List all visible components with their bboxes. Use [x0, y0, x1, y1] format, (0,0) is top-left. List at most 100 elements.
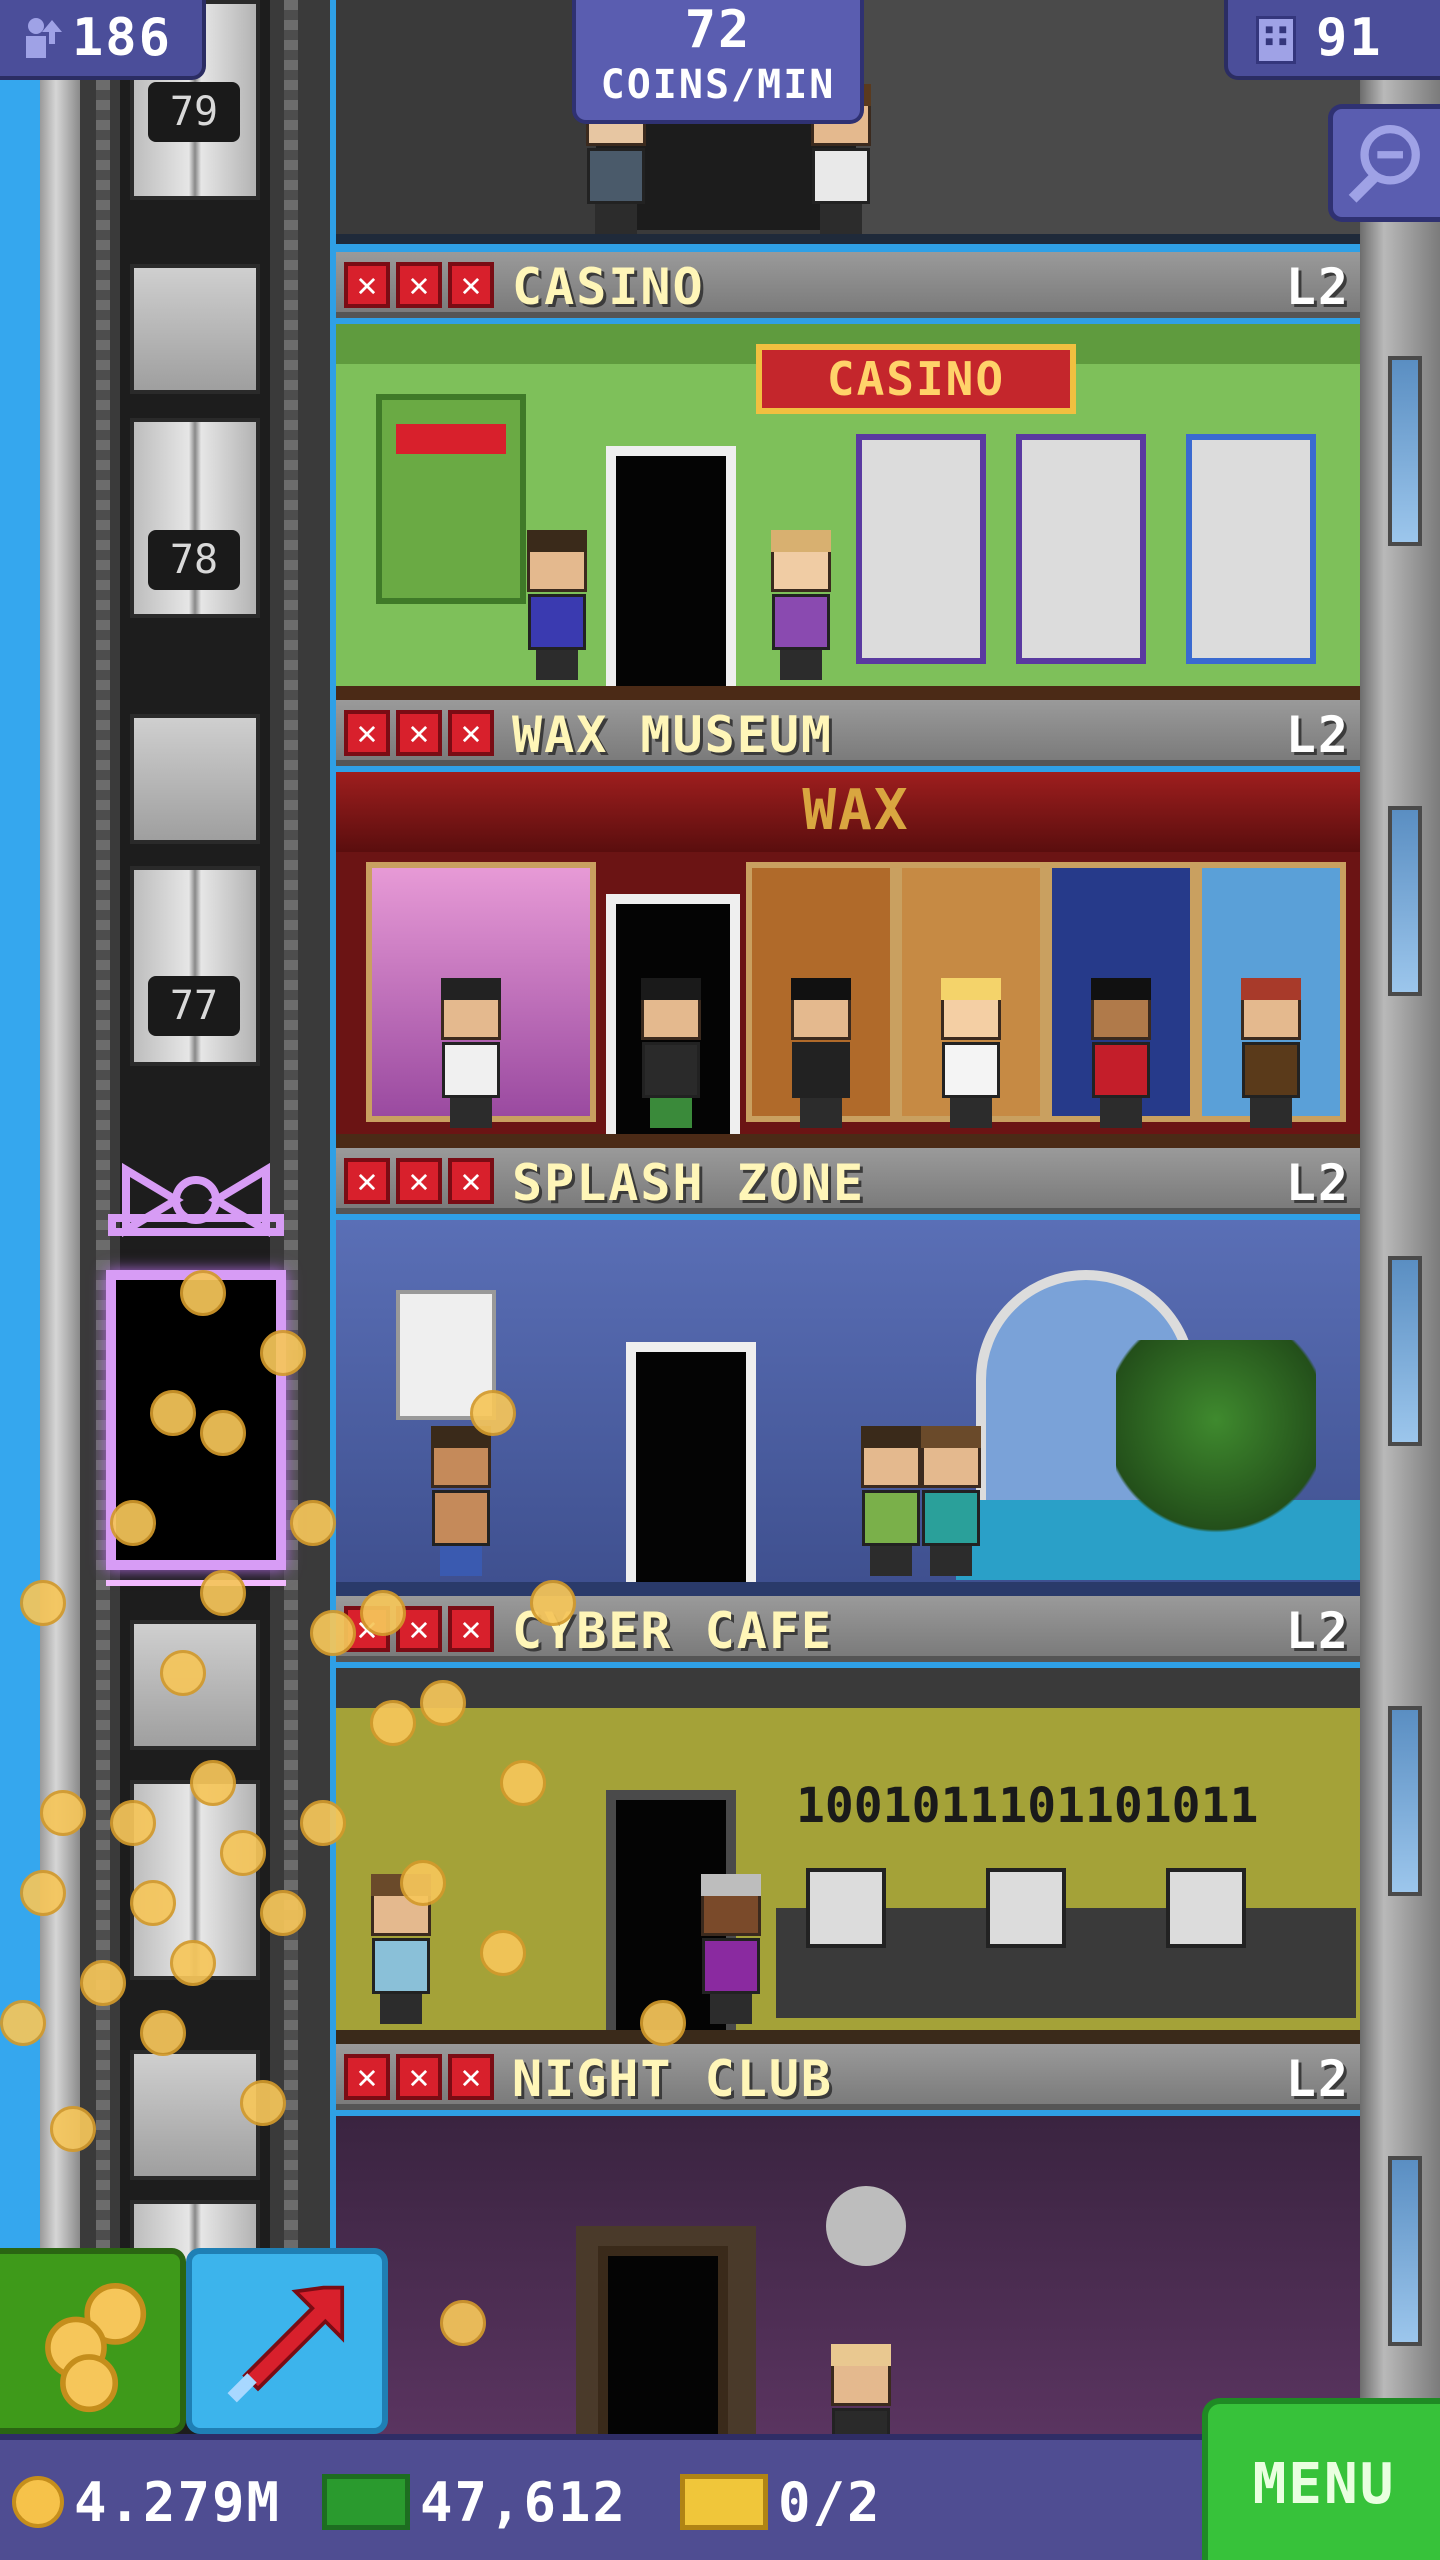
elevator-floor-number: 78	[148, 530, 240, 590]
floor-level: L2	[1285, 1602, 1350, 1660]
coins-per-min-value: 72	[684, 0, 752, 60]
stock-empty-icon: ✕	[396, 2054, 442, 2100]
arrow-up-right-icon	[227, 2285, 345, 2403]
casino-sign: CASINO	[756, 344, 1076, 414]
floor-level: L2	[1285, 258, 1350, 316]
floor-casino[interactable]: ✕ ✕ ✕ CASINO L2 CASINO	[336, 252, 1360, 700]
building-left-wall	[40, 0, 80, 2440]
tickets-value: 0/2	[778, 2470, 882, 2534]
bitizen[interactable]	[696, 1874, 766, 2024]
floor-interior	[336, 2116, 1360, 2434]
floor-level: L2	[1285, 2050, 1350, 2108]
floor-name: NIGHT CLUB	[512, 2050, 834, 2108]
bitizen[interactable]	[636, 978, 706, 1128]
coin-icon	[12, 2476, 64, 2528]
floor-stock-indicators: ✕ ✕ ✕	[344, 1158, 494, 1204]
floor-interior: 1001011101101011	[336, 1668, 1360, 2044]
wax-figure	[1086, 978, 1156, 1128]
wax-sign: WAX	[802, 778, 910, 843]
elevator-floor-number: 79	[148, 82, 240, 142]
gift-bow-icon	[108, 1162, 284, 1238]
elevator-floor-number: 77	[148, 976, 240, 1036]
floor-door	[598, 2246, 728, 2434]
stock-empty-icon: ✕	[344, 710, 390, 756]
building-window	[1388, 1256, 1422, 1446]
menu-button[interactable]: MENU	[1202, 2398, 1440, 2560]
bitizen[interactable]	[916, 1426, 986, 1576]
stock-empty-icon: ✕	[448, 2054, 494, 2100]
floor-door	[606, 446, 736, 686]
elevator-door	[130, 866, 260, 1066]
floor-count-value: 91	[1316, 8, 1383, 68]
stock-empty-icon: ✕	[344, 1158, 390, 1204]
coins-value: 4.279M	[74, 2470, 282, 2534]
wax-figure	[936, 978, 1006, 1128]
stock-empty-icon: ✕	[396, 1158, 442, 1204]
golden-ticket-icon	[680, 2474, 768, 2530]
floor-interior: CASINO	[336, 324, 1360, 700]
elevator-up-button[interactable]	[186, 2248, 388, 2434]
floor-name: WAX MUSEUM	[512, 706, 834, 764]
gift-elevator-base	[106, 1580, 286, 1610]
floor-ledge	[336, 1582, 1360, 1596]
stock-empty-icon: ✕	[448, 1158, 494, 1204]
stock-empty-icon: ✕	[344, 262, 390, 308]
floor-stock-indicators: ✕ ✕ ✕	[344, 710, 494, 756]
wax-figure	[786, 978, 856, 1128]
wax-figure	[436, 978, 506, 1128]
floor-wax-museum[interactable]: ✕ ✕ ✕ WAX MUSEUM L2 WAX	[336, 700, 1360, 1148]
coins-per-min-label: COINS/MIN	[600, 62, 836, 108]
building-window	[1388, 356, 1422, 546]
stock-empty-icon: ✕	[448, 710, 494, 756]
bitizen[interactable]	[426, 1426, 496, 1576]
coins-display[interactable]: 4.279M	[12, 2464, 281, 2540]
tickets-display[interactable]: 0/2	[680, 2464, 882, 2540]
floor-stock-indicators: ✕ ✕ ✕	[344, 2054, 494, 2100]
stock-empty-icon: ✕	[448, 262, 494, 308]
binary-wall-text: 1001011101101011	[796, 1778, 1259, 1834]
magnifier-minus-icon	[1348, 125, 1420, 203]
floor-name: SPLASH ZONE	[512, 1154, 866, 1212]
stock-empty-icon: ✕	[344, 2054, 390, 2100]
floor-count-counter[interactable]: 91	[1224, 0, 1440, 80]
elevator-frame	[130, 2050, 260, 2180]
floor-header[interactable]: ✕ ✕ ✕ SPLASH ZONE L2	[336, 1148, 1360, 1214]
floor-ledge	[336, 2030, 1360, 2044]
population-value: 186	[72, 8, 172, 68]
building-window	[1388, 1706, 1422, 1896]
bitizen[interactable]	[522, 530, 592, 680]
bux-display[interactable]: 47,612	[322, 2464, 627, 2540]
floor-door	[626, 1342, 756, 1582]
building-icon	[1256, 16, 1296, 64]
collect-coins-button[interactable]	[0, 2248, 186, 2434]
stock-empty-icon: ✕	[448, 1606, 494, 1652]
floor-header[interactable]: ✕ ✕ ✕ CASINO L2	[336, 252, 1360, 318]
population-counter[interactable]: 186	[0, 0, 206, 80]
floor-night-club[interactable]: ✕ ✕ ✕ NIGHT CLUB L2	[336, 2044, 1360, 2434]
coins-per-min-panel[interactable]: 72 COINS/MIN	[572, 0, 864, 124]
stock-empty-icon: ✕	[396, 262, 442, 308]
floor-header[interactable]: ✕ ✕ ✕ WAX MUSEUM L2	[336, 700, 1360, 766]
floor-cyber-cafe[interactable]: ✕ ✕ ✕ CYBER CAFE L2 1001011101101011	[336, 1596, 1360, 2044]
gift-elevator-car[interactable]	[96, 1160, 296, 1620]
bux-value: 47,612	[420, 2470, 628, 2534]
coins-icon	[45, 2283, 147, 2413]
building-window	[1388, 806, 1422, 996]
floor-header[interactable]: ✕ ✕ ✕ CYBER CAFE L2	[336, 1596, 1360, 1662]
floor-interior: WAX	[336, 772, 1360, 1148]
floor-splash-zone[interactable]: ✕ ✕ ✕ SPLASH ZONE L2	[336, 1148, 1360, 1596]
person-up-icon	[26, 18, 62, 58]
floor-level: L2	[1285, 706, 1350, 764]
building-window	[1388, 2156, 1422, 2346]
bitizen[interactable]	[826, 2344, 896, 2434]
floor-ledge	[336, 1134, 1360, 1148]
zoom-out-button[interactable]	[1328, 104, 1440, 222]
elevator-frame	[130, 714, 260, 844]
floor-ledge	[336, 686, 1360, 700]
floor-name: CASINO	[512, 258, 705, 316]
floor-stock-indicators: ✕ ✕ ✕	[344, 262, 494, 308]
stock-empty-icon: ✕	[396, 710, 442, 756]
floor-header[interactable]: ✕ ✕ ✕ NIGHT CLUB L2	[336, 2044, 1360, 2110]
bitizen[interactable]	[766, 530, 836, 680]
bux-icon	[322, 2474, 410, 2530]
